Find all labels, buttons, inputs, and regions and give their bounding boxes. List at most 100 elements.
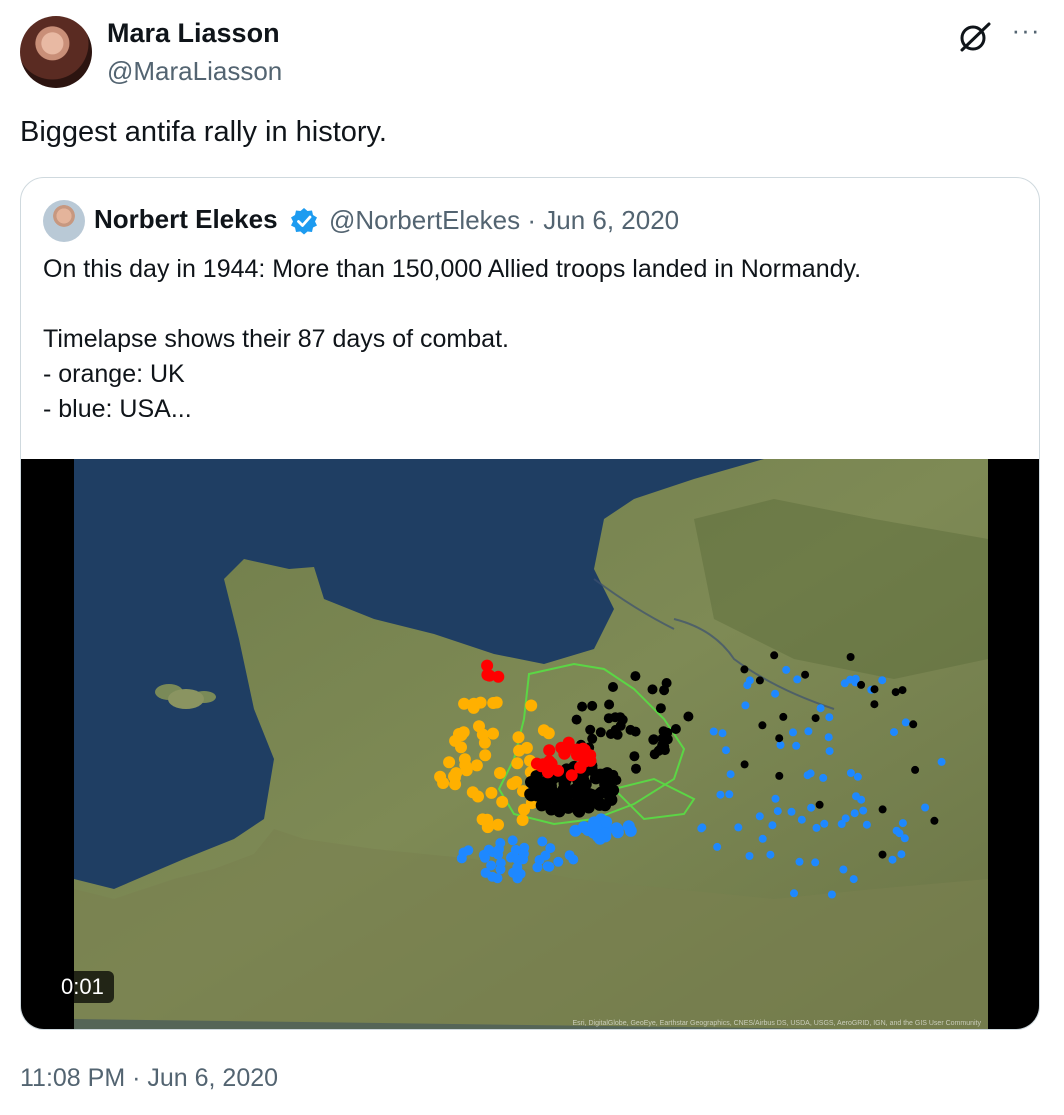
usa-marker [709,727,718,736]
black-marker [775,734,784,743]
usa-marker [878,676,887,685]
quoted-handle-date[interactable]: @NorbertElekes · Jun 6, 2020 [329,205,679,236]
usa-marker [795,857,804,866]
usa-marker [819,773,828,782]
usa-marker [564,850,575,861]
quoted-avatar[interactable] [43,200,85,242]
more-icon[interactable]: ··· [1006,16,1046,46]
usa-marker [768,821,777,830]
usa-marker [545,843,556,854]
usa-marker [507,835,518,846]
black-marker [758,721,767,730]
usa-marker [898,819,907,828]
usa-marker [900,834,909,843]
usa-marker [771,794,780,803]
usa-marker [820,819,829,828]
black-marker [608,769,619,780]
usa-marker [803,771,812,780]
black-marker [554,795,567,808]
usa-marker [532,862,543,873]
uk-marker [485,786,498,799]
black-marker [911,765,920,774]
usa-marker [937,757,946,766]
uk-marker [473,720,485,733]
map-credits: Esri, DigitalGlobe, GeoEye, Earthstar Ge… [572,1020,981,1027]
red-marker [552,764,565,777]
quoted-tweet[interactable]: Norbert Elekes @NorbertElekes · Jun 6, 2… [20,177,1040,1030]
video-time: 0:01 [51,971,114,1003]
black-marker [535,799,548,812]
usa-marker [825,747,834,756]
usa-marker [859,806,868,815]
tweet-timestamp[interactable]: 11:08 PM · Jun 6, 2020 [20,1064,278,1093]
black-marker [683,711,694,722]
usa-marker [725,790,734,799]
usa-marker [544,861,555,872]
usa-marker [890,728,898,737]
quoted-author-name[interactable]: Norbert Elekes [94,204,278,235]
usa-marker [745,852,754,860]
usa-marker [713,842,722,851]
red-marker [543,744,556,757]
black-marker [647,684,658,695]
black-marker [577,701,588,712]
uk-marker [492,818,504,831]
author-name[interactable]: Mara Liasson [107,18,280,49]
usa-marker [766,850,775,859]
usa-marker [773,807,782,816]
usa-marker [718,729,727,738]
uk-marker [496,795,509,808]
black-marker [659,685,670,696]
usa-marker [862,820,871,829]
black-marker [670,724,681,734]
usa-marker [600,816,613,828]
grok-icon[interactable] [956,18,994,56]
usa-marker [888,855,897,864]
usa-marker [755,812,764,821]
video-player[interactable]: 0:01 Esri, DigitalGlobe, GeoEye, Earthst… [21,459,1039,1029]
usa-marker [846,769,855,777]
usa-marker [792,741,801,750]
usa-marker [839,865,848,874]
uk-marker [520,741,533,754]
usa-marker [837,820,846,828]
black-marker [891,688,900,697]
black-marker [878,850,887,859]
usa-marker [741,701,750,710]
normandy-satellite-map [74,459,988,1029]
black-marker [631,763,641,774]
usa-marker [787,807,796,816]
uk-marker [472,790,484,803]
black-marker [630,726,641,737]
uk-marker [512,731,525,744]
uk-marker [506,778,519,790]
black-marker [585,724,596,735]
uk-marker [474,696,487,709]
red-marker [535,760,548,773]
usa-marker [480,867,491,878]
avatar[interactable] [20,16,92,88]
usa-marker [722,746,730,755]
author-handle[interactable]: @MaraLiasson [107,56,282,87]
usa-marker [726,770,735,779]
usa-marker [771,689,780,698]
black-marker [571,714,582,725]
usa-marker [807,803,816,812]
usa-marker [511,853,522,864]
black-marker [587,733,598,744]
usa-marker [789,728,797,737]
black-marker [779,712,788,721]
uk-marker [487,697,500,709]
usa-marker [458,847,469,858]
usa-marker [782,665,791,674]
uk-marker [511,757,524,770]
black-marker [610,712,621,723]
black-marker [572,779,585,792]
usa-marker [622,820,635,833]
black-marker [659,745,670,756]
black-marker [909,720,918,729]
quoted-text: On this day in 1944: More than 150,000 A… [43,255,862,423]
uk-marker [455,741,467,754]
usa-marker [797,815,806,824]
verified-badge-icon [289,206,319,236]
